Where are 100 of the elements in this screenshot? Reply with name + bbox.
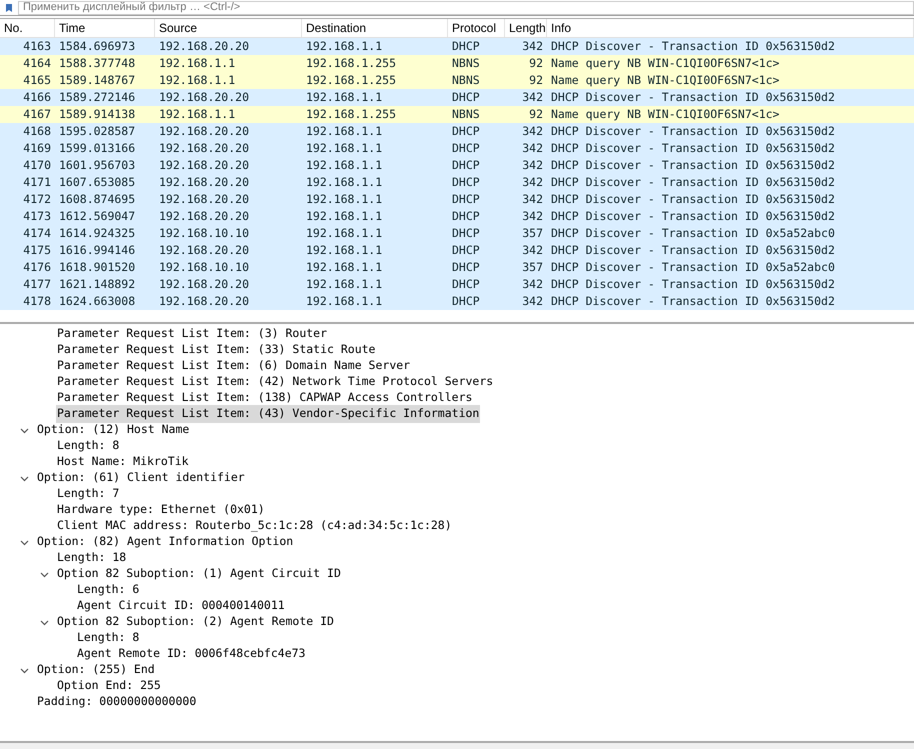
caret-icon[interactable] — [20, 426, 29, 434]
table-cell-text: 192.168.1.1 — [158, 54, 236, 72]
table-cell-text: 342 — [521, 276, 544, 293]
detail-line[interactable]: Option: (82) Agent Information Option — [36, 533, 294, 551]
detail-line[interactable]: Agent Circuit ID: 000400140011 — [76, 597, 286, 615]
detail-line[interactable]: Option 82 Suboption: (1) Agent Circuit ID — [56, 565, 342, 583]
detail-line[interactable]: Parameter Request List Item: (42) Network Time Protocol Servers — [56, 373, 494, 391]
packet-row[interactable]: 4177 1621.148892 192.168.20.20 192.168.1.1 DHCP 342 DHCP Discover - Transaction ID 0x563150d2 — [0, 276, 914, 293]
table-cell-text: 357 — [521, 224, 544, 242]
table-cell-text: 192.168.1.255 — [305, 54, 398, 72]
table-cell-text: 192.168.20.20 — [158, 88, 250, 106]
table-cell-text: DHCP Discover - Transaction ID 0x5a52abc0 — [550, 224, 836, 242]
detail-line[interactable]: Client MAC address: Routerbo_5c:1c:28 (c4:ad:34:5c:1c:28) — [56, 517, 453, 535]
table-cell-text: 4173 — [22, 208, 52, 225]
packet-row[interactable]: 4167 1589.914138 192.168.1.1 192.168.1.255 NBNS 92 Name query NB WIN-C1QI0OF6SN7<1c> — [0, 106, 914, 123]
table-cell-text: 192.168.1.1 — [305, 190, 384, 208]
table-cell-text: DHCP — [451, 88, 481, 106]
bookmark-icon[interactable] — [4, 2, 14, 12]
column-header[interactable]: Source — [155, 19, 302, 37]
detail-line[interactable]: Padding: 00000000000000 — [36, 693, 198, 711]
table-cell-text: 192.168.1.1 — [305, 140, 384, 157]
table-cell-text: DHCP Discover - Transaction ID 0x563150d2 — [550, 88, 836, 106]
detail-line[interactable]: Hardware type: Ethernet (0x01) — [56, 501, 266, 519]
packet-row[interactable]: 4172 1608.874695 192.168.20.20 192.168.1.1 DHCP 342 DHCP Discover - Transaction ID 0x563150d2 — [0, 191, 914, 208]
table-cell-text: DHCP — [451, 190, 481, 208]
table-cell-text: DHCP — [451, 208, 481, 225]
table-cell-text: 192.168.1.1 — [305, 292, 384, 310]
column-header[interactable]: No. — [0, 19, 55, 37]
column-header[interactable]: Time — [55, 19, 155, 37]
table-cell-text: 92 — [528, 72, 544, 89]
table-cell-text: 1595.028587 — [58, 122, 136, 140]
detail-line[interactable]: Length: 8 — [56, 437, 120, 455]
table-cell-text: 192.168.10.10 — [158, 224, 250, 242]
detail-line[interactable]: Agent Remote ID: 0006f48cebfc4e73 — [76, 645, 306, 663]
packet-row[interactable]: 4171 1607.653085 192.168.20.20 192.168.1.1 DHCP 342 DHCP Discover - Transaction ID 0x563150d2 — [0, 174, 914, 191]
detail-line[interactable]: Length: 8 — [76, 629, 140, 647]
detail-line[interactable]: Length: 18 — [56, 549, 128, 567]
packet-row[interactable]: 4178 1624.663008 192.168.20.20 192.168.1.1 DHCP 342 DHCP Discover - Transaction ID 0x563150d2 — [0, 293, 914, 310]
table-cell-text: 92 — [528, 54, 544, 72]
packet-row[interactable]: 4166 1589.272146 192.168.20.20 192.168.1.1 DHCP 342 DHCP Discover - Transaction ID 0x563150d2 — [0, 89, 914, 106]
table-cell-text: 342 — [521, 122, 544, 140]
detail-line[interactable]: Option: (61) Client identifier — [36, 469, 246, 487]
packet-row[interactable]: 4175 1616.994146 192.168.20.20 192.168.1.1 DHCP 342 DHCP Discover - Transaction ID 0x563150d2 — [0, 242, 914, 259]
table-cell-text: 192.168.1.1 — [305, 224, 384, 242]
table-cell-text: DHCP — [451, 38, 481, 55]
detail-line[interactable]: Length: 7 — [56, 485, 120, 503]
column-header[interactable]: Protocol — [448, 19, 505, 37]
table-cell-text: 1588.377748 — [58, 54, 136, 72]
packet-row[interactable]: 4173 1612.569047 192.168.20.20 192.168.1.1 DHCP 342 DHCP Discover - Transaction ID 0x563150d2 — [0, 208, 914, 225]
detail-line[interactable]: Option End: 255 — [56, 677, 162, 695]
display-filter-field[interactable]: Применить дисплейный фильтр … <Ctrl-/> — [18, 0, 914, 14]
table-cell-text: 192.168.20.20 — [158, 122, 250, 140]
packet-row[interactable]: 4169 1599.013166 192.168.20.20 192.168.1.1 DHCP 342 DHCP Discover - Transaction ID 0x563150d2 — [0, 140, 914, 157]
detail-line[interactable]: Parameter Request List Item: (138) CAPWAP Access Controllers — [56, 389, 474, 407]
detail-line[interactable]: Option 82 Suboption: (2) Agent Remote ID — [56, 613, 335, 631]
table-cell-text: DHCP — [451, 224, 481, 242]
column-header[interactable]: Length — [505, 19, 547, 37]
table-cell-text: 342 — [521, 242, 544, 259]
table-cell-text: 1589.148767 — [58, 72, 136, 89]
caret-icon[interactable] — [20, 538, 29, 546]
table-cell-text: 192.168.1.1 — [305, 208, 384, 225]
detail-line[interactable]: Parameter Request List Item: (3) Router — [56, 325, 328, 343]
caret-icon[interactable] — [20, 474, 29, 482]
table-cell-text: 342 — [521, 156, 544, 174]
table-cell-text: 192.168.1.1 — [305, 174, 384, 191]
table-cell-text: 4170 — [22, 156, 52, 174]
table-cell-text: DHCP — [451, 276, 481, 293]
detail-line[interactable]: Parameter Request List Item: (6) Domain Name Server — [56, 357, 412, 375]
packet-row[interactable]: 4174 1614.924325 192.168.10.10 192.168.1.1 DHCP 357 DHCP Discover - Transaction ID 0x5a52abc0 — [0, 225, 914, 242]
table-cell-text: 4171 — [22, 174, 52, 191]
caret-icon[interactable] — [20, 666, 29, 674]
detail-line[interactable]: Host Name: MikroTik — [56, 453, 190, 471]
packet-row[interactable]: 4176 1618.901520 192.168.10.10 192.168.1.1 DHCP 357 DHCP Discover - Transaction ID 0x5a52abc0 — [0, 259, 914, 276]
table-cell-text: 192.168.20.20 — [158, 156, 250, 174]
caret-icon[interactable] — [40, 570, 49, 578]
table-cell-text: 1608.874695 — [58, 190, 136, 208]
table-cell-text: 1607.653085 — [58, 174, 136, 191]
table-cell-text: 192.168.20.20 — [158, 140, 250, 157]
detail-line[interactable]: Length: 6 — [76, 581, 140, 599]
packet-row[interactable]: 4165 1589.148767 192.168.1.1 192.168.1.255 NBNS 92 Name query NB WIN-C1QI0OF6SN7<1c> — [0, 72, 914, 89]
table-cell-text: 192.168.1.1 — [305, 242, 384, 259]
packet-row[interactable]: 4168 1595.028587 192.168.20.20 192.168.1.1 DHCP 342 DHCP Discover - Transaction ID 0x563150d2 — [0, 123, 914, 140]
column-header[interactable]: Info — [547, 19, 914, 37]
table-cell-text: DHCP Discover - Transaction ID 0x563150d2 — [550, 190, 836, 208]
table-cell-text: 192.168.1.1 — [305, 156, 384, 174]
table-cell-text: 192.168.10.10 — [158, 258, 250, 276]
caret-icon[interactable] — [40, 618, 49, 626]
table-cell-text: DHCP — [451, 174, 481, 191]
table-cell-text: 342 — [521, 38, 544, 55]
packet-row[interactable]: 4170 1601.956703 192.168.20.20 192.168.1.1 DHCP 342 DHCP Discover - Transaction ID 0x563150d2 — [0, 157, 914, 174]
column-header[interactable]: Destination — [302, 19, 448, 37]
table-cell-text: 192.168.20.20 — [158, 174, 250, 191]
detail-line[interactable]: Parameter Request List Item: (33) Static Route — [56, 341, 376, 359]
table-cell-text: 4168 — [22, 122, 52, 140]
detail-line[interactable]: Option: (12) Host Name — [36, 421, 190, 439]
detail-line[interactable]: Option: (255) End — [36, 661, 156, 679]
packet-row[interactable]: 4164 1588.377748 192.168.1.1 192.168.1.255 NBNS 92 Name query NB WIN-C1QI0OF6SN7<1c> — [0, 55, 914, 72]
table-cell-text: 4166 — [22, 88, 52, 106]
table-cell-text: DHCP Discover - Transaction ID 0x5a52abc0 — [550, 258, 836, 276]
packet-row[interactable]: 4163 1584.696973 192.168.20.20 192.168.1.1 DHCP 342 DHCP Discover - Transaction ID 0x563150d2 — [0, 38, 914, 55]
